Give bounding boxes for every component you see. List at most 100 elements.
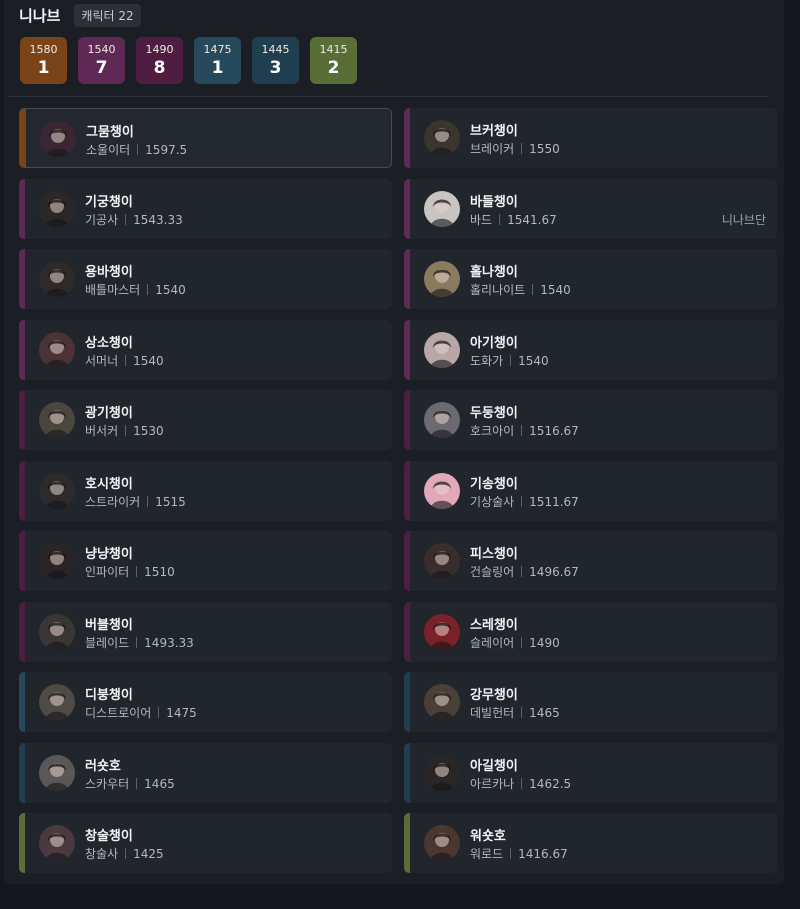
character-class: 브레이커 <box>470 142 515 156</box>
item-level: 1465 <box>529 705 560 720</box>
character-card[interactable]: 그뭄챙이 소울이터 1597.5 <box>19 108 392 168</box>
character-card[interactable]: 워숏호 워로드 1416.67 <box>404 813 777 873</box>
character-info: 인파이터 1510 <box>85 563 175 580</box>
tier-badge-1490[interactable]: 1490 8 <box>136 37 183 84</box>
tier-color-bar <box>404 461 410 521</box>
character-card[interactable]: 기송챙이 기상술사 1511.67 <box>404 461 777 521</box>
character-avatar <box>424 755 460 791</box>
character-name: 아기챙이 <box>470 336 518 351</box>
character-avatar <box>39 684 75 720</box>
character-card[interactable]: 바들챙이 바드 1541.67 니나브단 <box>404 179 777 239</box>
separator <box>510 848 512 859</box>
tier-color-bar <box>404 743 410 803</box>
character-info: 디스트로이어 1475 <box>85 704 197 721</box>
guild-name: 니나브단 <box>721 213 766 227</box>
tier-count: 1 <box>211 57 224 78</box>
character-card[interactable]: 강무챙이 데빌헌터 1465 <box>404 672 777 732</box>
tier-badge-1445[interactable]: 1445 3 <box>252 37 299 84</box>
character-info: 브레이커 1550 <box>470 140 560 157</box>
tier-count: 8 <box>153 57 166 78</box>
tier-color-bar <box>19 813 25 873</box>
character-avatar <box>424 825 460 861</box>
character-avatar <box>40 121 76 157</box>
character-info: 건슬링어 1496.67 <box>470 563 579 580</box>
character-avatar <box>39 261 75 297</box>
item-level: 1511.67 <box>529 494 579 509</box>
character-name: 호시챙이 <box>85 477 133 492</box>
tier-color-bar <box>19 179 25 239</box>
character-name: 홀나챙이 <box>470 265 518 280</box>
character-card[interactable]: 스레챙이 슬레이어 1490 <box>404 602 777 662</box>
character-class: 인파이터 <box>85 565 130 579</box>
character-card[interactable]: 디붕챙이 디스트로이어 1475 <box>19 672 392 732</box>
item-level: 1597.5 <box>145 142 188 157</box>
separator <box>499 214 501 225</box>
character-name: 용바챙이 <box>85 265 133 280</box>
character-class: 창술사 <box>85 847 119 861</box>
character-name: 냥냥챙이 <box>85 547 133 562</box>
tier-badge-1415[interactable]: 1415 2 <box>310 37 357 84</box>
separator <box>521 143 523 154</box>
character-card[interactable]: 홀나챙이홀리나이트 1540 <box>404 249 777 309</box>
tier-level: 1490 <box>145 42 174 56</box>
character-class: 기상술사 <box>470 495 515 509</box>
character-avatar <box>424 332 460 368</box>
character-name: 기궁챙이 <box>85 195 133 210</box>
tier-color-bar <box>404 602 410 662</box>
character-card[interactable]: 호시챙이 스트라이커 1515 <box>19 461 392 521</box>
character-card[interactable]: 용바챙이 배틀마스터 1540 <box>19 249 392 309</box>
character-info: 버서커 1530 <box>85 422 164 439</box>
item-level: 1416.67 <box>518 846 568 861</box>
character-class: 건슬링어 <box>470 565 515 579</box>
character-card[interactable]: 광기챙이 버서커 1530 <box>19 390 392 450</box>
character-info: 배틀마스터 1540 <box>85 281 186 298</box>
item-level: 1510 <box>144 564 175 579</box>
tier-color-bar <box>404 390 410 450</box>
character-card[interactable]: 두둥챙이 호크아이 1516.67 <box>404 390 777 450</box>
tier-badge-1580[interactable]: 1580 1 <box>20 37 67 84</box>
server-header: 니나브 캐릭터 22 <box>19 4 141 27</box>
character-card[interactable]: 러숏호 스카우터 1465 <box>19 743 392 803</box>
separator <box>532 284 534 295</box>
item-level: 1425 <box>133 846 164 861</box>
character-name: 버블챙이 <box>85 618 133 633</box>
tier-badge-1475[interactable]: 1475 1 <box>194 37 241 84</box>
character-avatar <box>39 191 75 227</box>
character-card[interactable]: 피스챙이 건슬링어 1496.67 <box>404 531 777 591</box>
tier-badge-1540[interactable]: 1540 7 <box>78 37 125 84</box>
character-info: 바드 1541.67 <box>470 211 557 228</box>
separator <box>147 496 149 507</box>
item-level: 1462.5 <box>529 776 572 791</box>
character-name: 두둥챙이 <box>470 406 518 421</box>
character-avatar <box>424 684 460 720</box>
character-avatar <box>39 755 75 791</box>
separator <box>125 425 127 436</box>
character-name: 피스챙이 <box>470 547 518 562</box>
character-card[interactable]: 냥냥챙이인파이터 1510 <box>19 531 392 591</box>
character-name: 광기챙이 <box>85 406 133 421</box>
character-card[interactable]: 버블챙이 블레이드 1493.33 <box>19 602 392 662</box>
tier-color-bar <box>20 109 26 167</box>
character-info: 호크아이 1516.67 <box>470 422 579 439</box>
character-name: 브커챙이 <box>470 124 518 139</box>
tier-count: 7 <box>95 57 108 78</box>
item-level: 1540 <box>540 282 571 297</box>
character-avatar <box>424 543 460 579</box>
character-class: 스트라이커 <box>85 495 141 509</box>
character-info: 서머너 1540 <box>85 352 164 369</box>
character-avatar <box>424 473 460 509</box>
tier-color-bar <box>19 602 25 662</box>
character-info: 기공사 1543.33 <box>85 211 183 228</box>
character-card[interactable]: 상소챙이 서머너 1540 <box>19 320 392 380</box>
character-class: 아르카나 <box>470 777 515 791</box>
character-class: 도화가 <box>470 354 504 368</box>
character-card[interactable]: 브커챙이 브레이커 1550 <box>404 108 777 168</box>
character-card[interactable]: 기궁챙이 기공사 1543.33 <box>19 179 392 239</box>
character-class: 디스트로이어 <box>85 706 152 720</box>
character-class: 홀리나이트 <box>470 283 526 297</box>
character-card[interactable]: 아기챙이 도화가 1540 <box>404 320 777 380</box>
character-card[interactable]: 아길챙이 아르카나 1462.5 <box>404 743 777 803</box>
character-class: 스카우터 <box>85 777 130 791</box>
character-card[interactable]: 창술챙이 창술사 1425 <box>19 813 392 873</box>
character-info: 블레이드 1493.33 <box>85 634 194 651</box>
